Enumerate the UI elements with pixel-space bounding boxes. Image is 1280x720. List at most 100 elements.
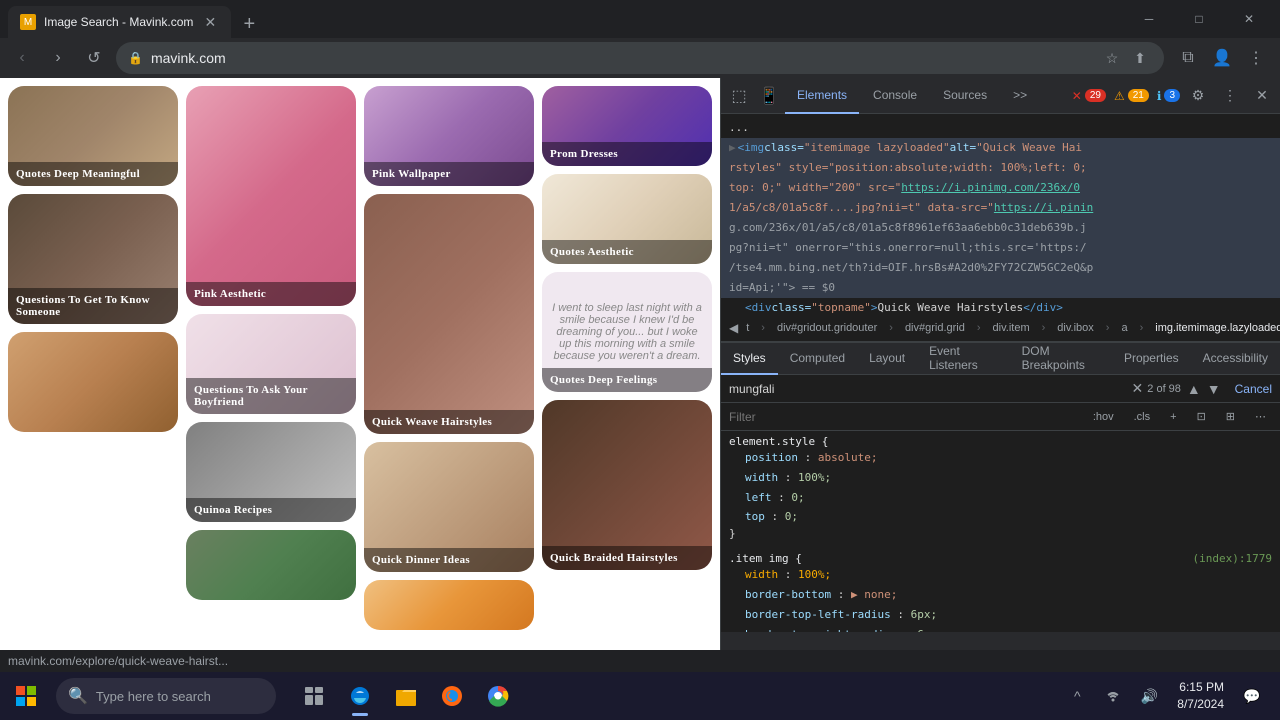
warn-badge-group: ⚠ 21 <box>1114 89 1149 103</box>
pin-item[interactable] <box>8 332 178 432</box>
profile-button[interactable]: 👤 <box>1206 42 1238 74</box>
devtools-search-prev-button[interactable]: ▲ <box>1185 381 1203 397</box>
css-tab-dom-breakpoints[interactable]: DOM Breakpoints <box>1010 343 1112 375</box>
menu-button[interactable]: ⋮ <box>1240 42 1272 74</box>
forward-button[interactable]: › <box>44 44 72 72</box>
filter-grid[interactable]: ⊞ <box>1220 408 1241 425</box>
devtools-search-cancel-button[interactable]: Cancel <box>1227 382 1272 396</box>
pin-item[interactable]: Questions To Ask Your Boyfriend <box>186 314 356 414</box>
taskbar-right-area: ^ 🔊 6:15 PM 8/7/2024 💬 <box>1061 679 1276 713</box>
pin-item[interactable]: Quotes Aesthetic <box>542 174 712 264</box>
filter-input[interactable] <box>729 410 1079 424</box>
devtools-tab-more[interactable]: >> <box>1001 78 1039 114</box>
selector-item-ibox[interactable]: div.ibox <box>1053 320 1097 336</box>
taskbar-app-file-explorer[interactable] <box>384 674 428 718</box>
taskbar-app-firefox[interactable] <box>430 674 474 718</box>
taskbar-search-bar[interactable]: 🔍 Type here to search <box>56 678 276 714</box>
html-code-panel: ... ▶ <img class="itemimage lazyloaded" … <box>721 114 1280 314</box>
masonry-col-2: Pink Aesthetic Questions To Ask Your Boy… <box>186 86 356 630</box>
filter-add[interactable]: + <box>1164 409 1182 425</box>
css-prop-left: left : 0; <box>729 488 1272 508</box>
devtools-search-input[interactable] <box>729 382 1128 396</box>
devtools-search-next-button[interactable]: ▼ <box>1205 381 1223 397</box>
tab-title: Image Search - Mavink.com <box>44 15 193 29</box>
selector-sep-3: › <box>973 320 985 336</box>
pin-label: Questions To Ask Your Boyfriend <box>186 378 356 414</box>
css-tab-accessibility[interactable]: Accessibility <box>1191 343 1280 375</box>
pin-item[interactable]: Pink Wallpaper <box>364 86 534 186</box>
share-icon[interactable]: ⬆ <box>1128 46 1152 70</box>
code-line-selected[interactable]: ▶ <img class="itemimage lazyloaded" alt=… <box>721 138 1280 158</box>
css-tab-event-listeners[interactable]: Event Listeners <box>917 343 1009 375</box>
pin-label: Quotes Deep Meaningful <box>8 162 178 186</box>
url-bar[interactable]: 🔒 mavink.com ☆ ⬆ <box>116 42 1164 74</box>
css-tab-styles[interactable]: Styles <box>721 343 778 375</box>
content-area: Quotes Deep Meaningful Questions To Get … <box>0 78 1280 650</box>
pin-label: Quotes Aesthetic <box>542 240 712 264</box>
close-button[interactable]: ✕ <box>1226 0 1272 38</box>
reload-button[interactable]: ↺ <box>80 44 108 72</box>
pin-item[interactable]: Quick Braided Hairstyles <box>542 400 712 570</box>
browser-tab[interactable]: M Image Search - Mavink.com ✕ <box>8 6 231 38</box>
extensions-button[interactable]: ⧉ <box>1172 42 1204 74</box>
pin-item[interactable]: Prom Dresses <box>542 86 712 166</box>
devtools-settings-icon[interactable]: ⚙ <box>1184 82 1212 110</box>
new-tab-button[interactable]: + <box>235 10 263 38</box>
filter-bar: :hov .cls + ⊡ ⊞ ⋯ <box>721 403 1280 431</box>
minimize-button[interactable]: ─ <box>1126 0 1172 38</box>
taskbar-volume-icon[interactable]: 🔊 <box>1133 680 1165 712</box>
css-tab-computed[interactable]: Computed <box>778 343 857 375</box>
css-tab-layout[interactable]: Layout <box>857 343 917 375</box>
taskbar-search-text: Type here to search <box>96 689 211 704</box>
css-tabs: Styles Computed Layout Event Listeners D… <box>721 343 1280 375</box>
maximize-button[interactable]: □ <box>1176 0 1222 38</box>
selector-sep-6: › <box>1136 320 1148 336</box>
taskbar-app-chrome[interactable] <box>476 674 520 718</box>
devtools-search-clear-icon[interactable]: ✕ <box>1132 380 1144 397</box>
taskbar-app-edge[interactable] <box>338 674 382 718</box>
devtools-tab-sources[interactable]: Sources <box>931 78 999 114</box>
filter-more[interactable]: ⋯ <box>1249 408 1272 425</box>
pin-item[interactable]: Quick Dinner Ideas <box>364 442 534 572</box>
bookmark-icon[interactable]: ☆ <box>1100 46 1124 70</box>
browser-frame: M Image Search - Mavink.com ✕ + ─ □ ✕ ‹ … <box>0 0 1280 720</box>
taskbar-network-icon[interactable] <box>1097 680 1129 712</box>
selector-nav-left[interactable]: ◀ <box>729 321 738 335</box>
pin-item[interactable]: Quinoa Recipes <box>186 422 356 522</box>
selector-item-gridout[interactable]: div#gridout.gridouter <box>773 320 881 336</box>
taskbar-app-task-view[interactable] <box>292 674 336 718</box>
pin-item[interactable]: Quotes Deep Meaningful <box>8 86 178 186</box>
pin-item[interactable] <box>186 530 356 600</box>
selector-item-t[interactable]: t <box>742 320 753 336</box>
status-url: mavink.com/explore/quick-weave-hairst... <box>8 654 228 668</box>
masonry-col-3: Pink Wallpaper Quick Weave Hairstyles Qu… <box>364 86 534 630</box>
pin-item[interactable]: Questions To Get To Know Someone <box>8 194 178 324</box>
start-button[interactable] <box>4 674 48 718</box>
taskbar-notification-icon[interactable]: 💬 <box>1236 680 1268 712</box>
taskbar-chevron-button[interactable]: ^ <box>1061 680 1093 712</box>
pin-item[interactable]: Pink Aesthetic <box>186 86 356 306</box>
devtools-tab-console[interactable]: Console <box>861 78 929 114</box>
devtools-device-icon[interactable]: 📱 <box>755 82 783 110</box>
pin-label: Quick Weave Hairstyles <box>364 410 534 434</box>
filter-hov[interactable]: :hov <box>1087 409 1120 425</box>
devtools-inspect-icon[interactable]: ⬚ <box>725 82 753 110</box>
devtools-close-icon[interactable]: ✕ <box>1248 82 1276 110</box>
devtools-tab-elements[interactable]: Elements <box>785 78 859 114</box>
taskbar-clock[interactable]: 6:15 PM 8/7/2024 <box>1169 679 1232 713</box>
back-button[interactable]: ‹ <box>8 44 36 72</box>
pin-item[interactable]: I went to sleep last night with a smile … <box>542 272 712 392</box>
filter-cls[interactable]: .cls <box>1128 409 1157 425</box>
selector-item-grid[interactable]: div#grid.grid <box>901 320 969 336</box>
filter-box[interactable]: ⊡ <box>1191 408 1212 425</box>
pin-item[interactable]: Quick Weave Hairstyles <box>364 194 534 434</box>
selector-item-a[interactable]: a <box>1117 320 1131 336</box>
pin-item[interactable] <box>364 580 534 630</box>
selector-item-img[interactable]: img.itemimage.lazyloaded <box>1151 320 1280 336</box>
css-content: element.style { position : absolute; wid… <box>721 431 1280 632</box>
css-tab-properties[interactable]: Properties <box>1112 343 1191 375</box>
address-bar: ‹ › ↺ 🔒 mavink.com ☆ ⬆ ⧉ 👤 ⋮ <box>0 38 1280 78</box>
devtools-vertical-dots[interactable]: ⋮ <box>1216 82 1244 110</box>
selector-item-item[interactable]: div.item <box>989 320 1034 336</box>
tab-close-button[interactable]: ✕ <box>201 13 219 31</box>
